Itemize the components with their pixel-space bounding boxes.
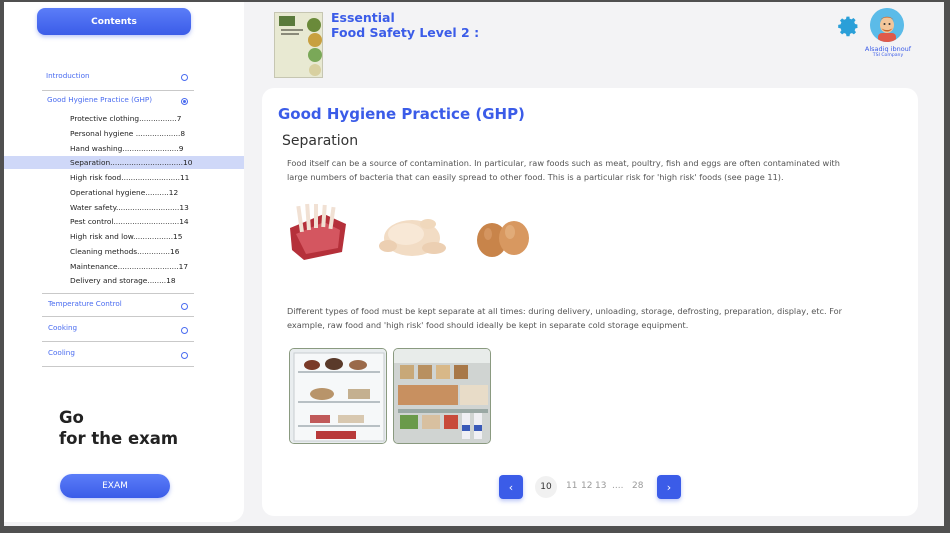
display-case-photo [393, 348, 491, 444]
contents-button[interactable]: Contents [37, 8, 191, 35]
fridge-photo [289, 348, 387, 444]
nav-section-introduction[interactable]: Introduction [42, 68, 194, 91]
subitem-label: Protective clothing................7 [70, 114, 182, 123]
paragraph-separation: Different types of food must be kept sep… [287, 306, 843, 330]
subitem-hand-washing[interactable]: Hand washing........................9 [4, 142, 244, 155]
nav-section-cooking[interactable]: Cooking [42, 318, 194, 342]
subitem-protective-clothing[interactable]: Protective clothing................7 [4, 112, 244, 125]
subitem-water-safety[interactable]: Water safety...........................1… [4, 201, 244, 214]
user-avatar-icon [870, 8, 904, 42]
book-title: Essential Food Safety Level 2 : [331, 10, 479, 40]
avatar[interactable] [870, 8, 904, 42]
book-cover-thumbnail [274, 12, 323, 78]
subitem-operational-hygiene[interactable]: Operational hygiene..........12 [4, 186, 244, 199]
prev-page-button[interactable]: ‹ [499, 475, 523, 499]
subitem-maintenance[interactable]: Maintenance..........................17 [4, 260, 244, 273]
subitem-label: Delivery and storage........18 [70, 276, 176, 285]
exam-button[interactable]: EXAM [60, 474, 170, 498]
subitem-cleaning-methods[interactable]: Cleaning methods..............16 [4, 245, 244, 258]
sidebar: Contents Introduction Good Hygiene Pract… [4, 2, 244, 522]
go-exam-line2: for the exam [59, 429, 179, 448]
nav-section-label: Introduction [46, 71, 90, 80]
go-exam-line1: Go [59, 408, 84, 427]
user-name: Alsadiq ibnouf [864, 45, 912, 53]
subitem-separation[interactable]: Separation..............................… [4, 156, 244, 169]
paragraph-contamination: Food itself can be a source of contamina… [287, 158, 840, 182]
next-page-button[interactable]: › [657, 475, 681, 499]
page-subtitle: Separation [282, 133, 359, 149]
subitem-label: High risk food.........................1… [70, 173, 190, 182]
current-page: 10 [535, 476, 557, 498]
go-exam-heading: Go for the exam [59, 407, 178, 449]
book-cover-image [275, 13, 322, 77]
radio-selected-icon [181, 98, 188, 105]
display-case-image [394, 349, 490, 443]
nav-section-cooling[interactable]: Cooling [42, 343, 194, 367]
nav-section-label: Cooling [48, 348, 75, 357]
raw-meat-image [290, 203, 346, 260]
content-card: Good Hygiene Practice (GHP) Separation F… [262, 88, 918, 516]
subitem-label: Personal hygiene ...................8 [70, 129, 186, 138]
subitem-label: Cleaning methods..............16 [70, 247, 180, 256]
subitem-high-risk-and-low[interactable]: High risk and low.................15 [4, 230, 244, 243]
subitem-label: Operational hygiene..........12 [70, 188, 179, 197]
subitem-label: Hand washing........................9 [70, 144, 184, 153]
app-window: Contents Introduction Good Hygiene Pract… [4, 2, 944, 526]
page-link[interactable]: 11 [566, 481, 577, 491]
nav-section-label: Good Hygiene Practice (GHP) [47, 95, 153, 104]
book-title-line2: Food Safety Level 2 : [331, 25, 480, 40]
nav-section-label: Temperature Control [48, 299, 122, 308]
nav-section-label: Cooking [48, 323, 78, 332]
page-ellipsis: .... [612, 481, 624, 491]
subitem-label: High risk and low.................15 [70, 232, 183, 241]
radio-icon [181, 352, 188, 359]
subitem-label: Separation..............................… [70, 158, 193, 167]
subitem-label: Maintenance..........................17 [70, 262, 189, 271]
page-link[interactable]: 13 [595, 481, 606, 491]
page-link[interactable]: 12 [581, 481, 592, 491]
nav-section-temperature-control[interactable]: Temperature Control [42, 293, 194, 317]
eggs-image [477, 221, 529, 257]
subitem-personal-hygiene[interactable]: Personal hygiene ...................8 [4, 127, 244, 140]
raw-chicken-image [379, 219, 446, 256]
book-title-line1: Essential [331, 10, 395, 25]
subitem-delivery-and-storage[interactable]: Delivery and storage........18 [4, 274, 244, 287]
section-title: Good Hygiene Practice (GHP) [278, 105, 525, 123]
subitem-pest-control[interactable]: Pest control............................… [4, 215, 244, 228]
user-company: TSI Company [872, 53, 904, 58]
subitem-label: Pest control............................… [70, 217, 189, 226]
radio-icon [181, 327, 188, 334]
page-link[interactable]: 28 [632, 481, 643, 491]
subitem-high-risk-food[interactable]: High risk food.........................1… [4, 171, 244, 184]
radio-icon [181, 74, 188, 81]
fridge-image [290, 349, 386, 443]
radio-icon [181, 303, 188, 310]
subitem-label: Water safety...........................1… [70, 203, 189, 212]
gear-icon[interactable] [836, 14, 860, 38]
